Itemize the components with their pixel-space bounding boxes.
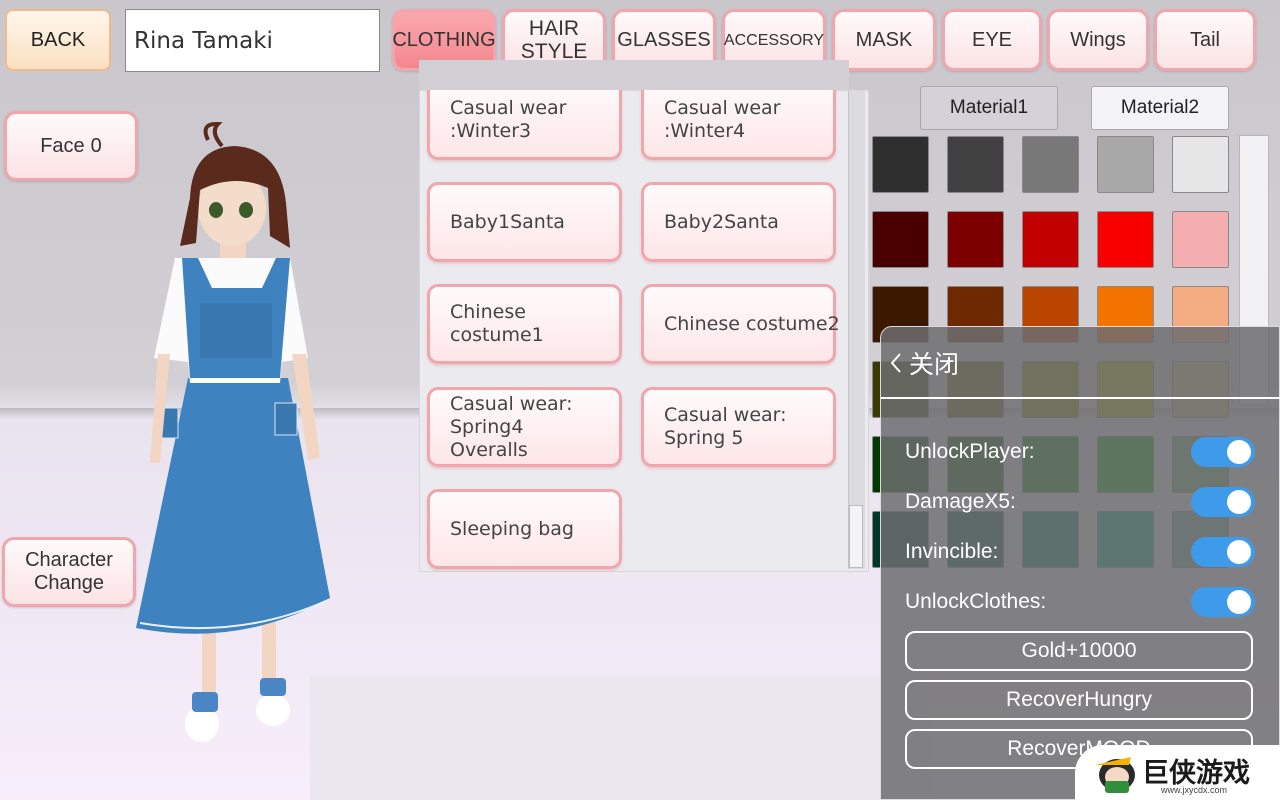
watermark-url: www.jxycdx.com bbox=[1161, 785, 1228, 795]
chevron-left-icon bbox=[890, 353, 901, 373]
unlock-clothes-toggle[interactable] bbox=[1191, 587, 1255, 617]
scene-floor-slab bbox=[310, 675, 930, 800]
color-swatch[interactable] bbox=[1022, 136, 1079, 193]
toggle-row-unlock-clothes: UnlockClothes: bbox=[905, 587, 1255, 619]
toggle-label: UnlockClothes: bbox=[905, 590, 1047, 613]
cheat-menu-divider bbox=[881, 397, 1280, 399]
clothing-item[interactable]: Baby2Santa bbox=[641, 182, 836, 262]
recover-hungry-button[interactable]: RecoverHungry bbox=[905, 680, 1253, 720]
toggle-row-unlock-player: UnlockPlayer: bbox=[905, 437, 1255, 469]
tab-eye[interactable]: EYE bbox=[942, 9, 1042, 71]
color-swatch[interactable] bbox=[1022, 211, 1079, 268]
color-swatch[interactable] bbox=[1097, 211, 1154, 268]
color-swatch[interactable] bbox=[872, 136, 929, 193]
clothing-item[interactable]: Sleeping bag bbox=[427, 489, 622, 569]
toggle-label: UnlockPlayer: bbox=[905, 440, 1035, 463]
color-swatch[interactable] bbox=[1172, 211, 1229, 268]
clothing-item[interactable]: Casual wear: Spring4 Overalls bbox=[427, 387, 622, 467]
toggle-label: DamageX5: bbox=[905, 490, 1016, 513]
toggle-row-invincible: Invincible: bbox=[905, 537, 1255, 569]
character-model[interactable] bbox=[130, 118, 345, 748]
tab-material1[interactable]: Material1 bbox=[920, 86, 1058, 130]
watermark-logo-icon bbox=[1095, 757, 1135, 793]
watermark-badge: 巨侠游戏 www.jxycdx.com bbox=[1075, 745, 1280, 800]
face-button[interactable]: Face 0 bbox=[4, 111, 138, 181]
character-name-field[interactable]: Rina Tamaki bbox=[125, 9, 380, 72]
damage-x5-toggle[interactable] bbox=[1191, 487, 1255, 517]
character-change-button[interactable]: Character Change bbox=[2, 537, 136, 607]
color-swatch[interactable] bbox=[947, 136, 1004, 193]
color-swatch[interactable] bbox=[1097, 136, 1154, 193]
clothing-item[interactable]: Casual wear :Winter3 bbox=[427, 80, 622, 160]
unlock-player-toggle[interactable] bbox=[1191, 437, 1255, 467]
clothing-item[interactable]: Casual wear :Winter4 bbox=[641, 80, 836, 160]
color-swatch[interactable] bbox=[947, 211, 1004, 268]
tab-material2[interactable]: Material2 bbox=[1091, 86, 1229, 130]
clothing-item[interactable]: Chinese costume1 bbox=[427, 284, 622, 364]
clothing-item[interactable]: Chinese costume2 bbox=[641, 284, 840, 364]
close-button[interactable]: 关闭 bbox=[889, 345, 959, 381]
cheat-menu-panel: 关闭 UnlockPlayer: DamageX5: Invincible: U… bbox=[880, 326, 1280, 800]
color-swatch[interactable] bbox=[1172, 136, 1229, 193]
clothing-list-scrollbar[interactable] bbox=[848, 91, 865, 569]
clothing-list-scroll-thumb[interactable] bbox=[849, 505, 863, 568]
invincible-toggle[interactable] bbox=[1191, 537, 1255, 567]
back-button[interactable]: BACK bbox=[5, 9, 111, 71]
tab-wings[interactable]: Wings bbox=[1047, 9, 1149, 71]
toggle-row-damage-x5: DamageX5: bbox=[905, 487, 1255, 519]
toggle-label: Invincible: bbox=[905, 540, 999, 563]
gold-button[interactable]: Gold+10000 bbox=[905, 631, 1253, 671]
face-label: Face bbox=[40, 134, 85, 157]
clothing-item[interactable]: Baby1Santa bbox=[427, 182, 622, 262]
face-value: 0 bbox=[90, 134, 102, 157]
close-label: 关闭 bbox=[909, 350, 960, 379]
tab-tail[interactable]: Tail bbox=[1154, 9, 1256, 71]
color-swatch[interactable] bbox=[872, 211, 929, 268]
list-clip-mask bbox=[419, 60, 849, 90]
clothing-item[interactable]: Casual wear: Spring 5 bbox=[641, 387, 836, 467]
